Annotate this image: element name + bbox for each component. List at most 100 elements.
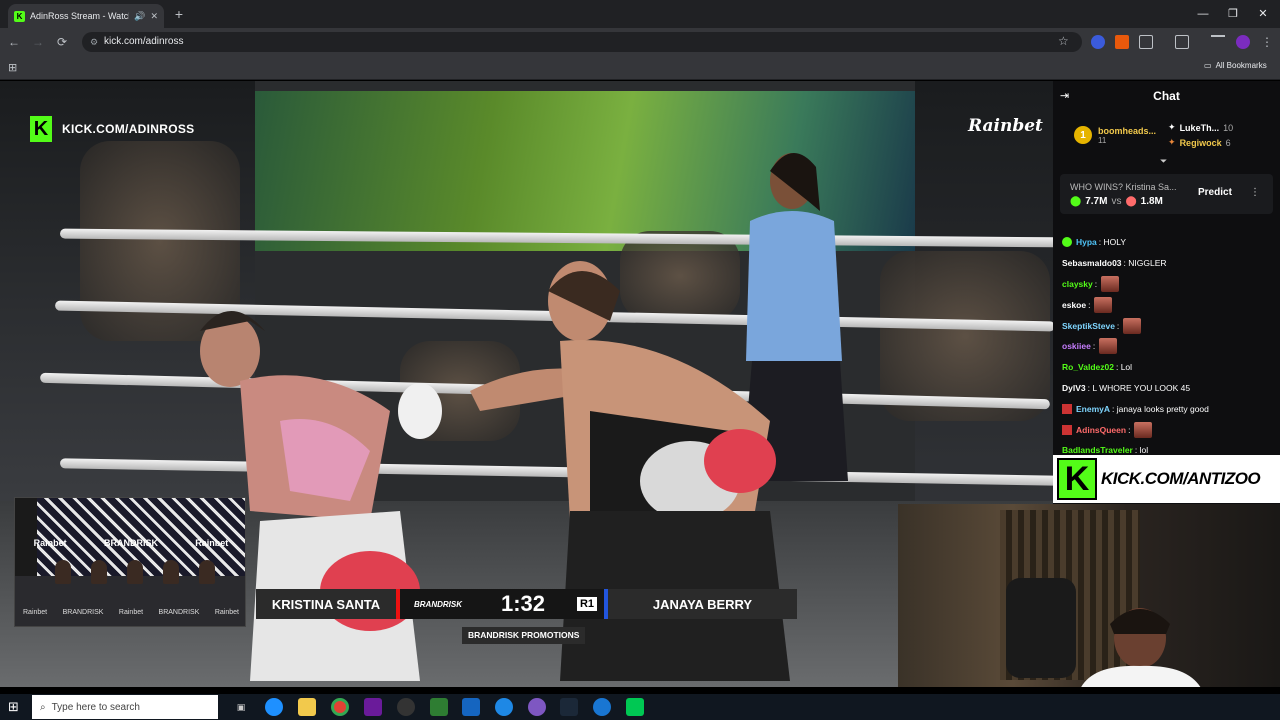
task-view-icon[interactable]: ▣ [232,698,250,716]
chat-message: Sebasmaldo03: NIGGLER [1062,253,1274,274]
emote-icon [1094,296,1113,313]
chat-username[interactable]: BadlandsTraveler [1062,445,1133,455]
steam-icon[interactable] [560,698,578,716]
chat-message: eskoe: [1062,294,1274,315]
browser-tab-bar [0,0,1280,28]
chat-username[interactable]: Ro_Valdez02 [1062,362,1114,372]
emote-icon [1099,338,1118,355]
reload-button[interactable]: ⟳ [54,34,70,50]
bookmark-star-icon[interactable]: ☆ [1058,34,1069,48]
extension-icon[interactable] [1091,35,1105,49]
badge-icon [1062,403,1072,414]
chat-text: : HOLY [1098,237,1127,248]
discord-icon[interactable] [528,698,546,716]
gifter-entry[interactable]: ✦ LukeTh... 10 [1168,122,1233,133]
chat-text: : Lol [1115,362,1133,373]
chat-username[interactable]: DylV3 [1062,383,1086,393]
desk-tag: Rainbet [214,609,239,616]
emote-icon [1134,421,1153,438]
expand-gifters-icon[interactable]: ⏷ [1160,156,1167,167]
chat-username[interactable]: AdinsQueen [1076,425,1126,435]
profile-avatar[interactable] [1236,35,1250,49]
desk-tag: Rainbet [23,609,48,616]
brand-text: Rainbet [195,538,229,548]
menu-kebab-icon[interactable]: ⋮ [1261,35,1273,49]
chat-message: Hypa: HOLY [1062,232,1274,253]
rainbet-watermark: Rainbet [968,116,1043,136]
fighter-1-name: KRISTINA SANTA [256,589,400,619]
chat-username[interactable]: Sebasmaldo03 [1062,258,1122,268]
all-bookmarks-button[interactable]: ▭ All Bookmarks [1204,61,1267,70]
chat-message: claysky: [1062,274,1274,295]
app-icon[interactable] [430,698,448,716]
gifter-count: 10 [1223,122,1234,133]
desk-sponsor-row: Rainbet BRANDRISK Rainbet BRANDRISK Rain… [23,609,239,616]
gift-icon: ✦ [1168,122,1176,132]
file-explorer-icon[interactable] [298,698,316,716]
browser-tab[interactable]: K AdinRoss Stream - Watch L 🔊 ✕ [8,4,164,28]
prediction-card[interactable] [1060,174,1273,214]
promotion-banner: BRANDRISK PROMOTIONS [462,627,586,644]
app-icon[interactable] [462,698,480,716]
gifter-count: 11 [1098,135,1107,145]
close-window-button[interactable]: ✕ [1248,4,1278,24]
chat-username[interactable]: EnemyA [1076,404,1110,414]
kick-overlay-banner: K KICK.COM/ANTIZOO [1053,455,1280,503]
prediction-menu-icon[interactable]: ⋮ [1250,187,1260,198]
badge-icon [1062,424,1072,435]
app-icon[interactable] [495,698,513,716]
forward-button[interactable]: → [30,34,46,50]
gifter-count: 6 [1225,137,1231,148]
search-placeholder: Type here to search [51,701,140,713]
chat-username[interactable]: SkeptikSteve [1062,321,1115,331]
gifter-name: Regiwock [1179,137,1222,148]
app-icon[interactable] [593,698,611,716]
chat-message: oskiiee: [1062,336,1274,357]
chrome-icon[interactable] [331,698,349,716]
predict-button[interactable]: Predict [1198,187,1232,198]
channel-badge: K KICK.COM/ADINROSS [30,116,194,142]
windows-start-icon[interactable]: ⊞ [8,699,19,715]
emote-icon [1123,317,1142,334]
gifter-entry[interactable]: ✦ Regiwock 6 [1168,137,1233,148]
chat-text: : janaya looks pretty good [1112,403,1209,414]
search-icon: ⌕ [40,701,46,713]
chat-username[interactable]: eskoe [1062,300,1086,310]
apps-grid-icon[interactable]: ⊞ [8,61,17,74]
edge-icon[interactable] [265,698,283,716]
all-bookmarks-label: All Bookmarks [1215,61,1267,70]
chat-username[interactable]: Hypa [1076,237,1097,247]
emote-icon [1101,275,1120,292]
bookmarks-bar [0,56,1280,80]
round-clock: 1:32 [476,589,570,619]
commentators [45,560,225,590]
close-tab-icon[interactable]: ✕ [150,11,158,22]
top-gifter[interactable]: 1 boomheads... 11 [1074,126,1156,145]
vs-label: vs [1111,196,1122,207]
chat-title: Chat [1153,89,1180,103]
premiere-icon[interactable] [364,698,382,716]
new-tab-button[interactable]: + [170,5,188,23]
extensions-puzzle-icon[interactable] [1139,35,1153,49]
app-icon[interactable] [397,698,415,716]
chat-username[interactable]: oskiiee [1062,341,1091,351]
taskbar-search[interactable]: ⌕ Type here to search [32,695,218,719]
chat-message: EnemyA: janaya looks pretty good [1062,398,1274,419]
chat-username[interactable]: claysky [1062,279,1093,289]
maximize-button[interactable]: ❐ [1218,4,1248,24]
media-controls-icon[interactable] [1211,35,1225,49]
speaker-icon[interactable]: 🔊 [134,11,145,22]
back-button[interactable]: ← [6,34,22,50]
chat-message: Ro_Valdez02: Lol [1062,357,1274,378]
extension-icon[interactable] [1115,35,1129,49]
minimize-button[interactable]: — [1188,4,1218,24]
desk-tag: BRANDRISK [62,609,104,616]
tab-title: AdinRoss Stream - Watch L [30,11,129,21]
kick-logo-icon: K [30,116,52,142]
cast-icon[interactable] [1175,35,1189,49]
round-indicator: R1 [570,589,604,619]
gift-icon: ✦ [1168,137,1176,147]
site-info-icon[interactable]: ⚙ [90,32,98,52]
app-icon[interactable] [626,698,644,716]
url-field[interactable]: ⚙ kick.com/adinross [82,32,1082,52]
